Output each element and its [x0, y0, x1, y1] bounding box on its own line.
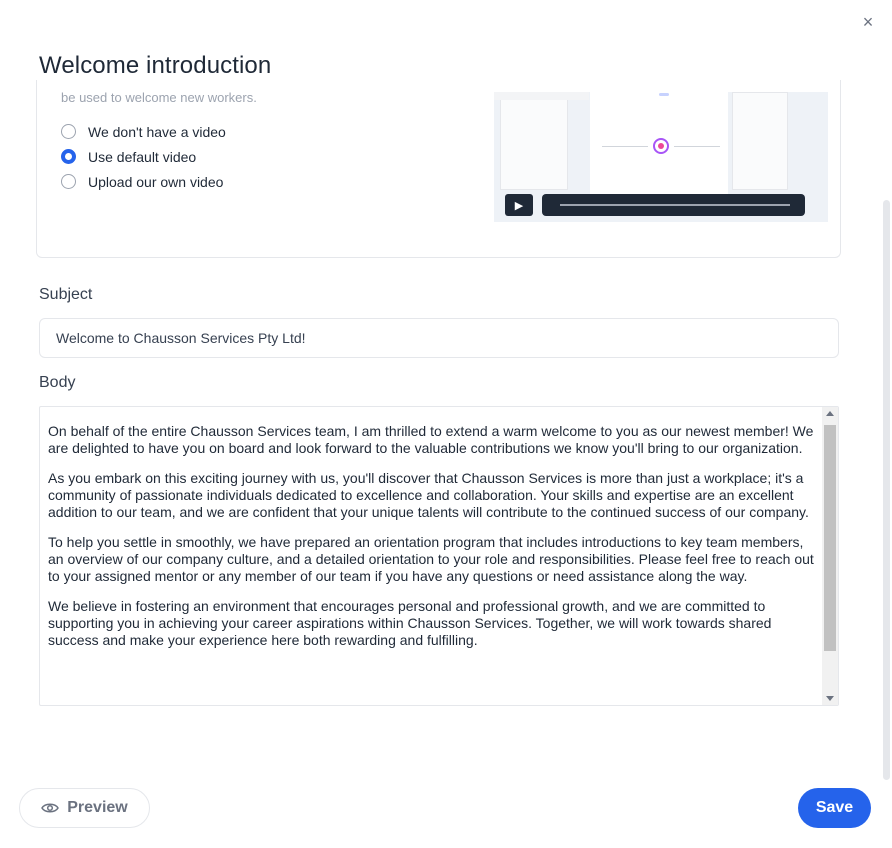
body-paragraph: As you embark on this exciting journey w… [48, 470, 809, 520]
video-preview-target-icon [653, 138, 669, 154]
video-preview-panel-right [732, 92, 788, 190]
video-preview-line [602, 146, 648, 147]
save-button[interactable]: Save [798, 788, 871, 828]
body-textarea[interactable]: On behalf of the entire Chausson Service… [39, 406, 839, 706]
radio-default-video[interactable] [61, 149, 76, 164]
video-option-upload-video[interactable]: Upload our own video [61, 169, 226, 194]
video-option-no-video[interactable]: We don't have a video [61, 119, 226, 144]
close-icon[interactable]: × [857, 11, 879, 33]
radio-label: Upload our own video [88, 173, 224, 190]
video-preview[interactable]: ▶ [494, 92, 828, 222]
scroll-down-arrow-icon[interactable] [826, 696, 834, 701]
preview-button[interactable]: Preview [19, 788, 150, 828]
video-description: be used to welcome new workers. [61, 90, 257, 105]
video-option-group: We don't have a video Use default video … [61, 119, 226, 194]
welcome-introduction-dialog: × Welcome introduction be used to welcom… [0, 0, 892, 848]
subject-input[interactable] [39, 318, 839, 358]
body-paragraph: On behalf of the entire Chausson Service… [48, 423, 814, 456]
body-paragraph: To help you settle in smoothly, we have … [48, 534, 814, 584]
dialog-title: Welcome introduction [39, 52, 272, 79]
video-preview-line [674, 146, 720, 147]
body-paragraph: We believe in fostering an environment t… [48, 598, 772, 648]
radio-label: Use default video [88, 148, 197, 165]
body-label: Body [39, 374, 76, 391]
preview-button-label: Preview [67, 799, 128, 816]
eye-icon [41, 803, 60, 813]
radio-label: We don't have a video [88, 123, 226, 140]
video-preview-dash [659, 93, 669, 96]
body-scrollbar[interactable] [822, 407, 838, 705]
play-icon[interactable]: ▶ [505, 194, 533, 216]
body-text: On behalf of the entire Chausson Service… [48, 423, 818, 662]
video-progress-bar[interactable] [542, 194, 805, 216]
video-preview-panel-left [500, 92, 568, 190]
radio-upload-video[interactable] [61, 174, 76, 189]
video-preview-panel-mid-left [494, 92, 589, 100]
subject-label: Subject [39, 286, 93, 303]
body-scrollbar-thumb[interactable] [824, 425, 836, 651]
radio-no-video[interactable] [61, 124, 76, 139]
scroll-up-arrow-icon[interactable] [826, 411, 834, 416]
video-option-default-video[interactable]: Use default video [61, 144, 226, 169]
video-progress-track [560, 204, 790, 206]
dialog-scrollbar-thumb[interactable] [883, 200, 890, 780]
